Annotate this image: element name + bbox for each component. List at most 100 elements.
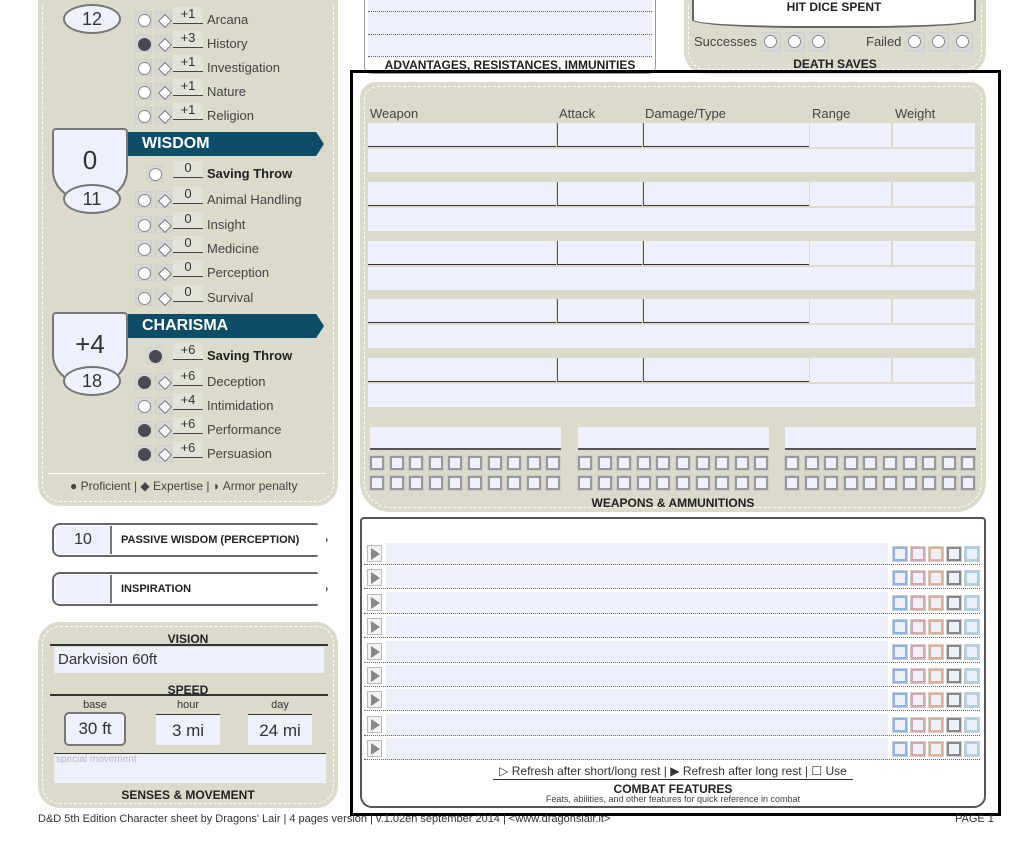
use-checkbox[interactable] <box>910 692 926 709</box>
use-checkbox[interactable] <box>928 594 944 611</box>
ammunition-checkbox[interactable] <box>921 455 938 471</box>
expertise-checkbox[interactable] <box>155 191 172 208</box>
ammunition-checkbox[interactable] <box>427 455 444 471</box>
death-save-success-checkbox[interactable] <box>809 32 829 52</box>
use-checkbox[interactable] <box>946 668 962 684</box>
ammunition-checkbox[interactable] <box>577 475 593 491</box>
proficiency-checkbox[interactable] <box>135 107 152 124</box>
ammunition-checkbox[interactable] <box>714 475 731 491</box>
use-checkbox[interactable] <box>910 594 926 611</box>
use-checkbox[interactable] <box>910 570 926 587</box>
ammunition-checkbox[interactable] <box>447 475 464 491</box>
use-checkbox[interactable] <box>928 570 944 587</box>
weapon-damage-field[interactable] <box>643 240 809 265</box>
saving-throw-proficiency-checkbox[interactable] <box>146 347 163 364</box>
use-checkbox[interactable] <box>946 716 962 733</box>
weapon-name-field[interactable] <box>368 181 556 206</box>
weapon-notes-field[interactable] <box>368 207 975 231</box>
combat-feature-field[interactable] <box>386 665 888 687</box>
ammunition-name-field[interactable] <box>785 427 976 450</box>
skill-value[interactable]: 0 <box>173 260 203 277</box>
proficiency-checkbox[interactable] <box>135 191 152 208</box>
combat-feature-field[interactable] <box>386 591 888 614</box>
skill-value[interactable]: +6 <box>173 441 203 458</box>
ammunition-checkbox[interactable] <box>525 475 542 491</box>
refresh-triangle-icon[interactable] <box>367 715 382 733</box>
combat-feature-field[interactable] <box>386 689 888 712</box>
use-checkbox[interactable] <box>964 619 980 636</box>
weapon-notes-field[interactable] <box>368 384 975 408</box>
weapon-range-field[interactable] <box>810 358 891 383</box>
weapon-name-field[interactable] <box>368 123 556 147</box>
weapon-name-field[interactable] <box>368 358 556 383</box>
ammunition-checkbox[interactable] <box>467 475 483 491</box>
ammunition-checkbox[interactable] <box>694 475 711 491</box>
ammunition-checkbox[interactable] <box>714 455 731 471</box>
proficiency-checkbox[interactable] <box>135 83 152 100</box>
use-checkbox[interactable] <box>964 668 980 684</box>
use-checkbox[interactable] <box>892 570 908 587</box>
ammunition-checkbox[interactable] <box>803 475 820 491</box>
expertise-checkbox[interactable] <box>155 445 172 462</box>
proficiency-checkbox[interactable] <box>135 59 152 76</box>
combat-feature-field[interactable] <box>386 567 888 590</box>
use-checkbox[interactable] <box>928 716 944 733</box>
use-checkbox[interactable] <box>892 716 908 733</box>
proficiency-checkbox[interactable] <box>135 35 152 52</box>
use-checkbox[interactable] <box>946 570 962 587</box>
proficiency-checkbox[interactable] <box>135 373 152 390</box>
refresh-triangle-icon[interactable] <box>367 740 382 758</box>
refresh-triangle-icon[interactable] <box>367 667 382 684</box>
use-checkbox[interactable] <box>964 570 980 587</box>
ammunition-checkbox[interactable] <box>635 475 652 491</box>
use-checkbox[interactable] <box>892 619 908 636</box>
use-checkbox[interactable] <box>892 594 908 611</box>
ammunition-checkbox[interactable] <box>655 455 672 471</box>
weapon-range-field[interactable] <box>810 240 891 265</box>
ammunition-checkbox[interactable] <box>733 455 750 471</box>
weapon-notes-field[interactable] <box>368 325 975 349</box>
weapon-name-field[interactable] <box>368 240 556 265</box>
use-checkbox[interactable] <box>928 692 944 709</box>
combat-feature-field[interactable] <box>386 543 888 565</box>
ammunition-checkbox[interactable] <box>675 455 691 471</box>
intelligence-score[interactable]: 12 <box>63 4 121 34</box>
combat-feature-field[interactable] <box>386 738 888 761</box>
ammunition-checkbox[interactable] <box>862 475 879 491</box>
ammunition-name-field[interactable] <box>370 427 561 450</box>
vision-field[interactable]: Darkvision 60ft <box>54 647 324 673</box>
ammunition-checkbox[interactable] <box>842 475 859 491</box>
ammunition-checkbox[interactable] <box>921 475 938 491</box>
use-checkbox[interactable] <box>964 716 980 733</box>
ammunition-checkbox[interactable] <box>486 475 503 491</box>
use-checkbox[interactable] <box>928 668 944 684</box>
ammunition-checkbox[interactable] <box>862 455 879 471</box>
use-checkbox[interactable] <box>910 716 926 733</box>
death-save-failure-checkbox[interactable] <box>929 32 949 52</box>
ammunition-checkbox[interactable] <box>506 455 523 471</box>
use-checkbox[interactable] <box>892 741 908 758</box>
ammunition-checkbox[interactable] <box>545 455 562 471</box>
ammunition-checkbox[interactable] <box>369 455 385 471</box>
proficiency-checkbox[interactable] <box>135 11 152 28</box>
saving-throw-value[interactable]: +6 <box>173 343 203 360</box>
use-checkbox[interactable] <box>946 619 962 636</box>
use-checkbox[interactable] <box>892 643 908 660</box>
ammunition-checkbox[interactable] <box>940 455 957 471</box>
use-checkbox[interactable] <box>928 643 944 660</box>
weapon-notes-field[interactable] <box>368 266 975 290</box>
ammunition-checkbox[interactable] <box>823 475 840 491</box>
ammunition-checkbox[interactable] <box>675 475 691 491</box>
death-save-success-checkbox[interactable] <box>761 32 781 52</box>
expertise-checkbox[interactable] <box>155 264 172 281</box>
use-checkbox[interactable] <box>964 643 980 660</box>
skill-value[interactable]: +4 <box>173 393 203 410</box>
advantages-field[interactable] <box>368 0 652 58</box>
expertise-checkbox[interactable] <box>155 421 172 438</box>
skill-value[interactable]: +1 <box>173 103 203 120</box>
weapon-notes-field[interactable] <box>368 149 975 172</box>
skill-value[interactable]: +6 <box>173 417 203 434</box>
use-checkbox[interactable] <box>964 546 980 562</box>
weapon-attack-field[interactable] <box>557 299 642 324</box>
use-checkbox[interactable] <box>946 741 962 758</box>
